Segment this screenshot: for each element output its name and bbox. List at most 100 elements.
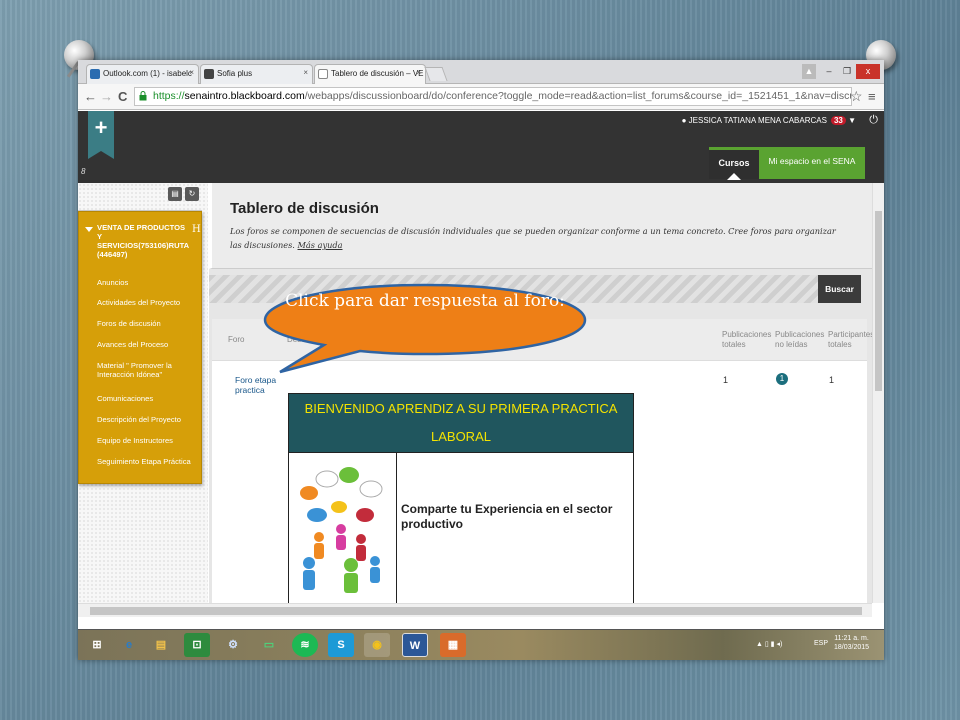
page-header: Tablero de discusión Los foros se compon… <box>209 183 872 269</box>
taskbar-control-panel[interactable]: ⚙ <box>220 633 246 657</box>
sidebar-item-seguimiento[interactable]: Seguimiento Etapa Práctica <box>97 457 201 466</box>
sidebar-item-actividades[interactable]: Actividades del Proyecto <box>97 298 201 307</box>
sidebar-item-avances[interactable]: Avances del Proceso <box>97 340 201 349</box>
welcome-banner: BIENVENIDO APRENDIZ A SU PRIMERA PRACTIC… <box>288 393 634 613</box>
tab-label: Sofia plus <box>217 69 253 78</box>
close-window-button[interactable]: x <box>856 64 880 79</box>
taskbar-chrome[interactable]: ◉ <box>364 633 390 657</box>
folder-icon: ▤ <box>155 639 167 651</box>
tab-mi-espacio[interactable]: Mi espacio en el SENA <box>759 147 865 179</box>
spotify-icon: ≋ <box>300 639 310 651</box>
scrollbar-thumb[interactable] <box>90 607 862 615</box>
taskbar-internet-explorer[interactable]: e <box>116 633 142 657</box>
sofia-plus-icon <box>204 69 214 79</box>
scrollbar-thumb[interactable] <box>875 211 882 391</box>
taskbar-green-app[interactable]: ▭ <box>256 633 282 657</box>
restore-button[interactable]: ❐ <box>838 64 856 79</box>
language-indicator[interactable]: ESP <box>814 640 828 647</box>
user-menu[interactable]: ● JESSICA TATIANA MENA CABARCAS 33 ▼ <box>682 116 856 125</box>
taskbar-spotify[interactable]: ≋ <box>292 633 318 657</box>
taskbar-word[interactable]: W <box>402 633 428 657</box>
tab-sofia-plus[interactable]: Sofia plus × <box>200 64 313 84</box>
skype-icon: S <box>337 639 345 651</box>
column-total-posts[interactable]: Publicaciones totales <box>722 330 772 351</box>
welcome-heading: BIENVENIDO APRENDIZ A SU PRIMERA PRACTIC… <box>289 394 633 452</box>
taskbar-media-app[interactable]: ▦ <box>440 633 466 657</box>
address-bar: ← → C https://senaintro.blackboard.com/w… <box>78 84 884 110</box>
forward-icon[interactable]: → <box>100 89 113 104</box>
tab-bar: Outlook.com (1) - isabelc × Sofia plus ×… <box>78 60 884 84</box>
windows-icon: ⊞ <box>92 639 102 651</box>
sidebar-item-foros[interactable]: Foros de discusión <box>97 319 201 328</box>
close-tab-icon[interactable]: × <box>303 68 308 77</box>
url-host: senaintro.blackboard.com <box>184 90 305 102</box>
new-tab-button[interactable] <box>424 67 448 81</box>
word-icon: W <box>409 640 421 652</box>
sidebar-item-equipo[interactable]: Equipo de Instructores <box>97 436 201 445</box>
url-scheme: https:// <box>153 90 185 102</box>
clock-date: 18/03/2015 <box>834 644 870 652</box>
close-tab-icon[interactable]: × <box>189 68 194 77</box>
outlook-icon <box>90 69 100 79</box>
people-speech-bubbles-image <box>300 467 383 593</box>
column-participants[interactable]: Participantes totales <box>828 330 874 351</box>
welcome-body: Comparte tu Experiencia en el sector pro… <box>397 452 633 612</box>
horizontal-scrollbar[interactable] <box>78 603 872 617</box>
lock-icon <box>139 91 147 101</box>
sidebar-item-comunicaciones[interactable]: Comunicaciones <box>97 394 201 403</box>
user-name: JESSICA TATIANA MENA CABARCAS <box>688 116 827 125</box>
tray-icons[interactable]: ▲ ▯ ▮ ◂) <box>756 640 782 648</box>
course-sidebar: ▤ ↻ VENTA DE PRODUCTOS Y SERVICIOS(75310… <box>78 183 208 603</box>
browser-menu-icon[interactable]: ≡ <box>868 89 876 104</box>
participants-value: 1 <box>829 375 835 385</box>
vertical-scrollbar[interactable] <box>872 183 884 603</box>
store-icon: ⊡ <box>192 639 202 651</box>
url-input[interactable]: https://senaintro.blackboard.com/webapps… <box>134 87 852 106</box>
blackboard-header: + ● JESSICA TATIANA MENA CABARCAS 33 ▼ ⏻ … <box>78 111 884 183</box>
profile-button[interactable]: ▲ <box>802 64 816 79</box>
back-icon[interactable]: ← <box>84 89 97 104</box>
column-forum[interactable]: Foro <box>228 335 244 345</box>
total-posts-value: 1 <box>723 375 729 385</box>
sidebar-item-anuncios[interactable]: Anuncios <box>97 278 201 287</box>
column-unread-posts[interactable]: Publicaciones no leídas <box>775 330 825 351</box>
reload-icon[interactable]: C <box>118 89 127 104</box>
sidebar-tools: ▤ ↻ <box>78 183 202 211</box>
taskbar-store[interactable]: ⊡ <box>184 633 210 657</box>
people-chat-illustration <box>289 452 397 612</box>
forum-link[interactable]: Foro etapa practica <box>235 375 285 395</box>
system-clock[interactable]: 11:21 a. m. 18/03/2015 <box>834 634 869 653</box>
search-button[interactable]: Buscar <box>818 275 861 303</box>
tab-label: Outlook.com (1) - isabelc <box>103 69 192 78</box>
notification-badge[interactable]: 33 <box>830 116 846 125</box>
close-tab-icon[interactable]: × <box>416 68 421 77</box>
caret-down-icon[interactable]: ▼ <box>848 116 856 125</box>
manage-menu-icon[interactable]: ▤ <box>168 187 182 201</box>
refresh-icon[interactable]: ↻ <box>185 187 199 201</box>
plus-icon: + <box>94 115 108 140</box>
corner-mark: 8 <box>81 167 86 176</box>
logout-power-icon[interactable]: ⏻ <box>869 114 878 127</box>
browser-screenshot: Outlook.com (1) - isabelc × Sofia plus ×… <box>78 60 884 660</box>
tab-outlook[interactable]: Outlook.com (1) - isabelc × <box>86 64 199 84</box>
quick-add-button[interactable]: + <box>88 111 114 159</box>
tab-cursos[interactable]: Cursos <box>709 147 759 180</box>
page-description: Los foros se componen de secuencias de d… <box>230 225 850 253</box>
internet-explorer-icon: e <box>125 639 133 651</box>
start-button[interactable]: ⊞ <box>84 633 110 657</box>
control-panel-icon: ⚙ <box>228 639 238 651</box>
sidebar-item-descripcion[interactable]: Descripción del Proyecto <box>97 415 201 424</box>
more-help-link[interactable]: Más ayuda <box>298 240 343 250</box>
page-title: Tablero de discusión <box>230 200 379 217</box>
tab-discussion-board[interactable]: Tablero de discusión – VE × <box>314 64 426 84</box>
main-content: Tablero de discusión Los foros se compon… <box>209 183 874 613</box>
taskbar-file-explorer[interactable]: ▤ <box>148 633 174 657</box>
unread-posts-value[interactable]: 1 <box>776 373 788 385</box>
bookmark-star-icon[interactable]: ☆ <box>850 88 863 105</box>
tab-label: Tablero de discusión – VE <box>331 69 424 78</box>
minimize-button[interactable]: – <box>820 64 838 79</box>
course-title[interactable]: VENTA DE PRODUCTOS Y SERVICIOS(753106)RU… <box>97 223 189 260</box>
taskbar-skype[interactable]: S <box>328 633 354 657</box>
sidebar-item-material[interactable]: Material " Promover la Interacción Idóne… <box>97 361 201 379</box>
collapse-triangle-icon[interactable] <box>85 227 93 232</box>
